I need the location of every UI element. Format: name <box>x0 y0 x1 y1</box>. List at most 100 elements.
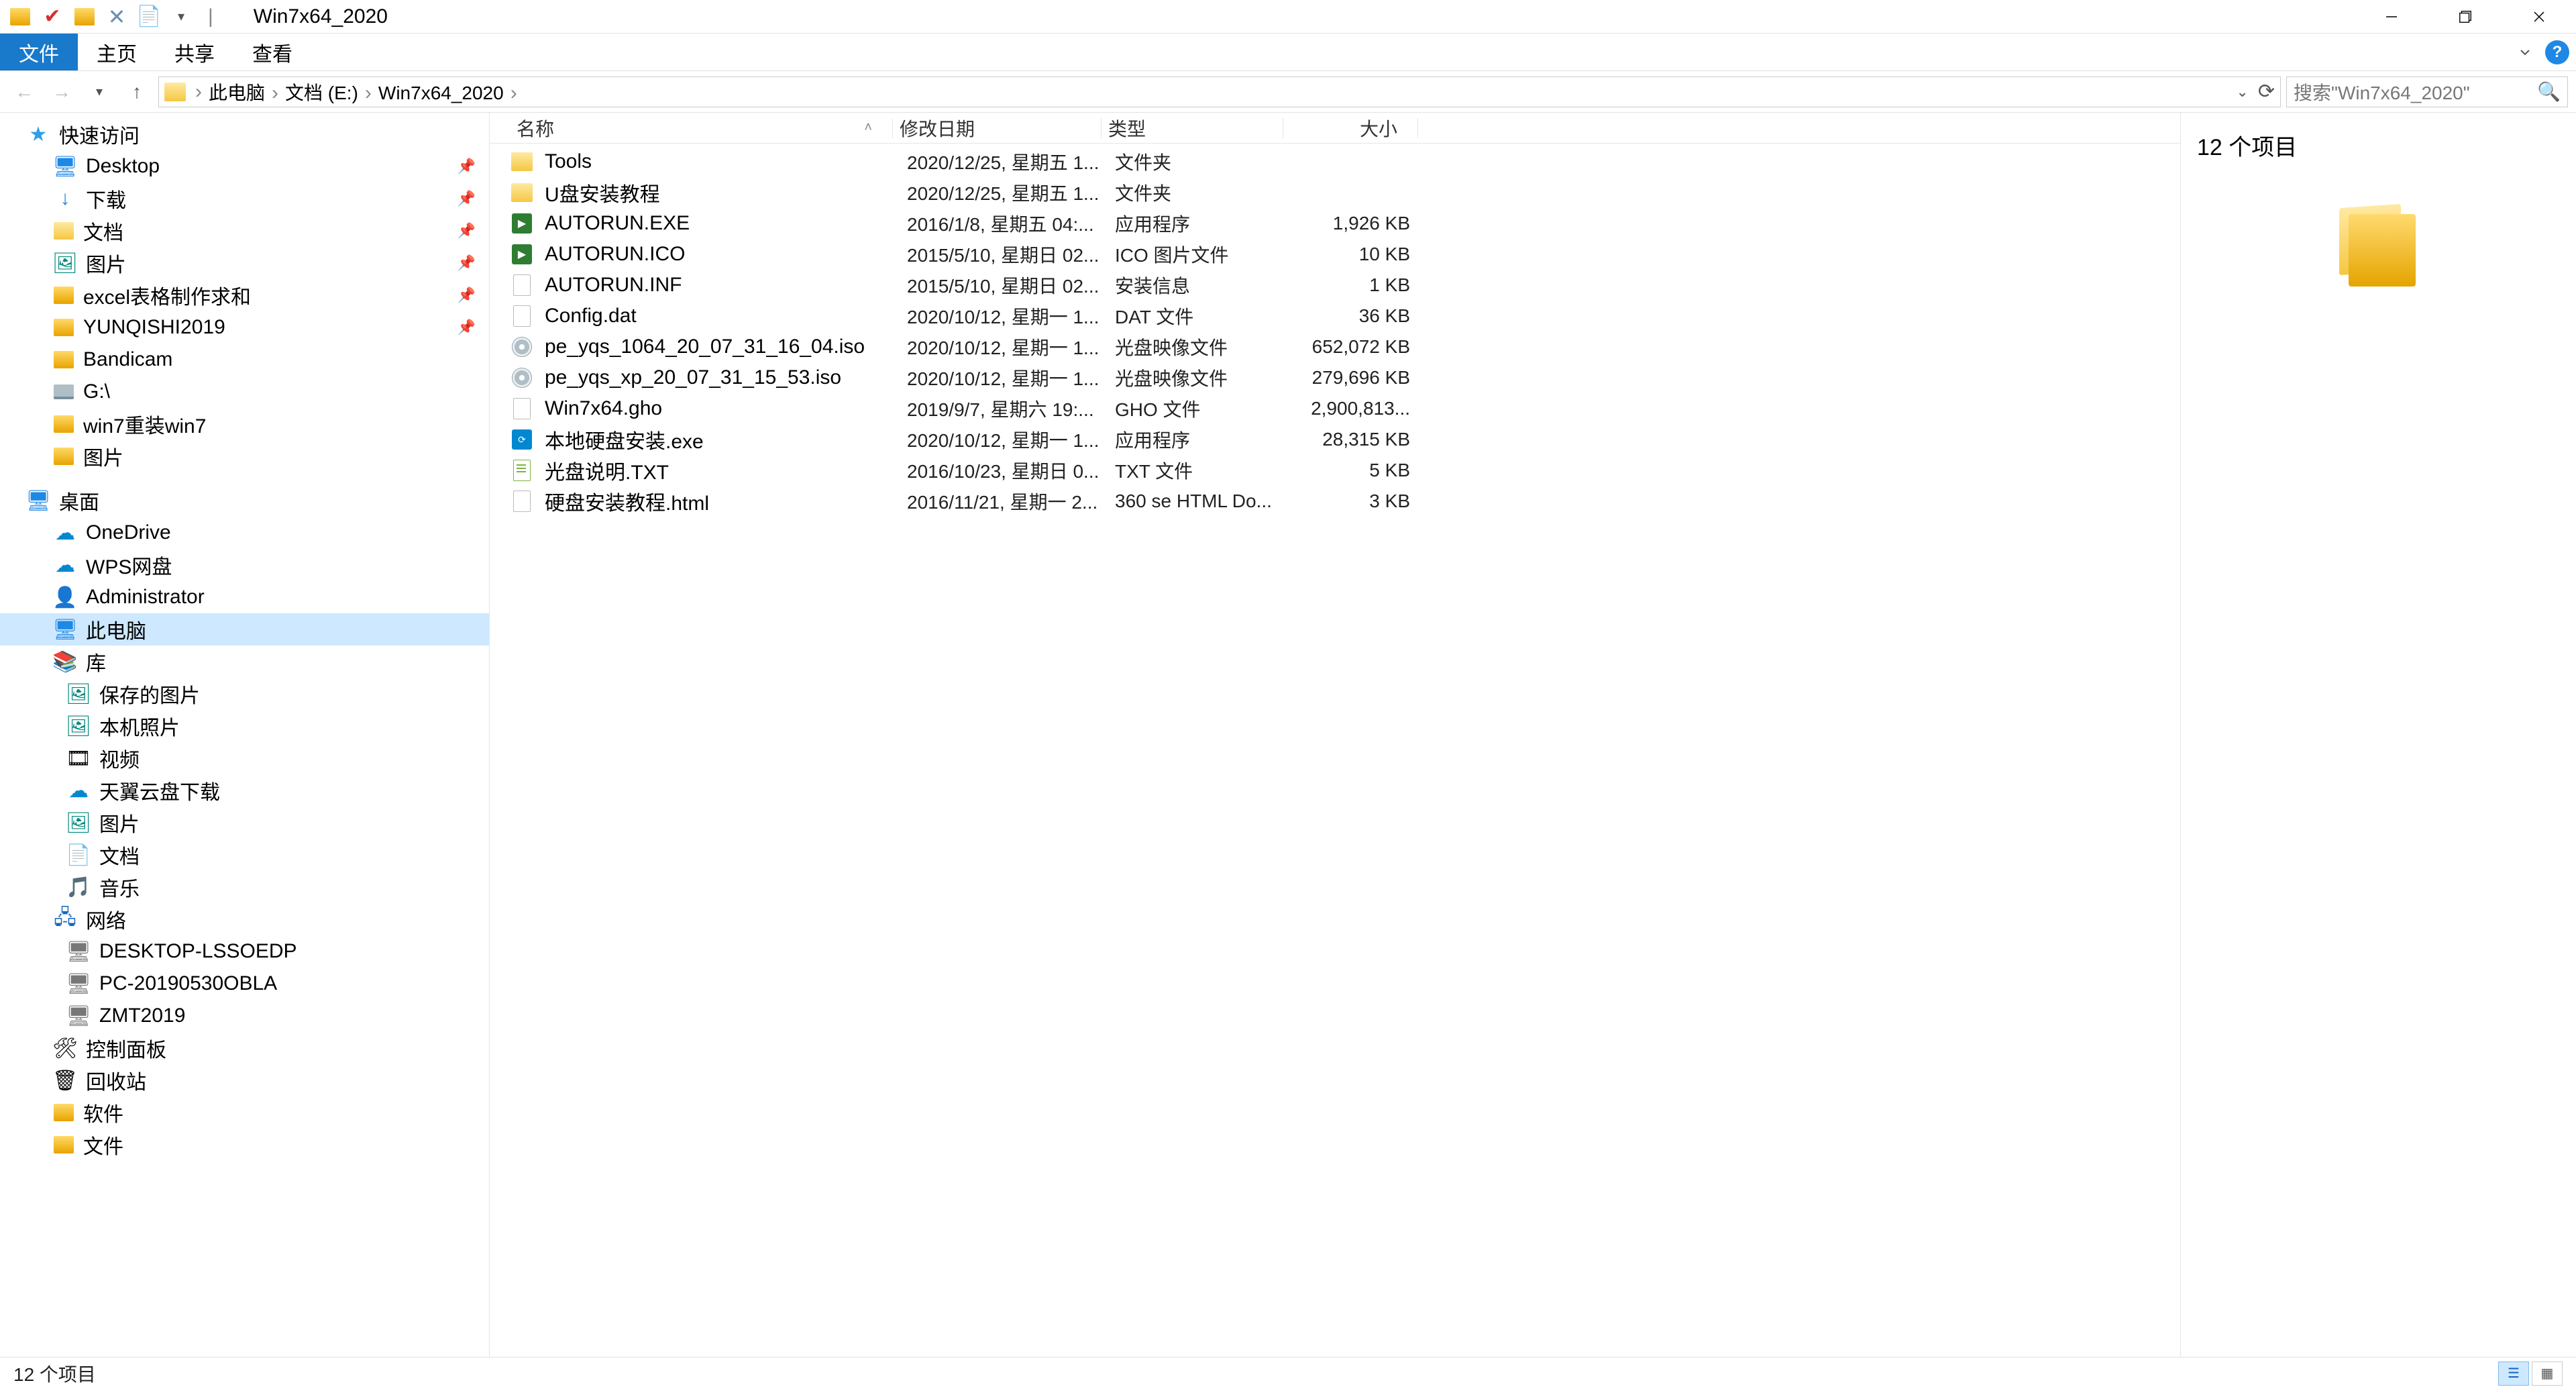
file-size: 28,315 KB <box>1296 429 1430 450</box>
tree-item[interactable]: ↓下载📌 <box>0 183 489 215</box>
tree-item[interactable]: ☁WPS网盘 <box>0 549 489 581</box>
close-button[interactable] <box>2502 0 2576 34</box>
file-row[interactable]: U盘安装教程2020/12/25, 星期五 1...文件夹 <box>490 177 2180 208</box>
nav-up-button[interactable]: ↑ <box>121 76 153 108</box>
qat-props-icon[interactable]: 📄 <box>136 3 162 30</box>
file-row[interactable]: ▶AUTORUN.ICO2015/5/10, 星期日 02...ICO 图片文件… <box>490 239 2180 270</box>
tree-item[interactable]: G:\ <box>0 376 489 408</box>
refresh-button[interactable]: ⟳ <box>2258 80 2275 103</box>
tree-item[interactable]: 🖥Desktop📌 <box>0 150 489 183</box>
nav-history-button[interactable]: ▾ <box>83 76 115 108</box>
qat-check-icon[interactable]: ✔ <box>39 3 66 30</box>
tree-item[interactable]: 🖥桌面 <box>0 484 489 517</box>
file-type: TXT 文件 <box>1115 457 1296 484</box>
tree-item[interactable]: 🎞视频 <box>0 742 489 774</box>
tree-item[interactable]: 🎵音乐 <box>0 871 489 903</box>
tab-file[interactable]: 文件 <box>0 34 78 70</box>
window-title: Win7x64_2020 <box>254 5 388 28</box>
tree-item[interactable]: 🗑回收站 <box>0 1064 489 1096</box>
tab-0[interactable]: 主页 <box>78 34 156 70</box>
tree-item-label: Desktop <box>86 155 160 178</box>
tree-item[interactable]: 软件 <box>0 1096 489 1129</box>
breadcrumb-item[interactable]: Win7x64_2020 <box>374 83 508 103</box>
tree-item[interactable]: YUNQISHI2019📌 <box>0 311 489 344</box>
tree-item[interactable]: 🖼本机照片 <box>0 710 489 742</box>
breadcrumb[interactable]: › 此电脑›文档 (E:)›Win7x64_2020› ⌄ ⟳ <box>158 76 2281 107</box>
view-details-button[interactable]: ☰ <box>2498 1361 2529 1386</box>
tree-item-icon: 🖥 <box>67 974 90 994</box>
tree-item[interactable]: 📚库 <box>0 646 489 678</box>
tree-item[interactable]: Bandicam <box>0 344 489 376</box>
column-size[interactable]: 大小 <box>1283 115 1417 142</box>
nav-forward-button[interactable]: → <box>46 76 78 108</box>
tree-item-icon <box>54 351 74 368</box>
tree-item[interactable]: 📄文档 <box>0 839 489 871</box>
help-button[interactable]: ? <box>2545 40 2569 64</box>
tree-item-icon <box>54 415 74 433</box>
nav-back-button[interactable]: ← <box>8 76 40 108</box>
tree-item[interactable]: 文件 <box>0 1129 489 1161</box>
file-row[interactable]: AUTORUN.INF2015/5/10, 星期日 02...安装信息1 KB <box>490 270 2180 301</box>
tree-item-label: 图片 <box>86 248 126 278</box>
tab-1[interactable]: 共享 <box>156 34 233 70</box>
chevron-right-icon[interactable]: › <box>269 82 281 104</box>
navigation-tree[interactable]: ★快速访问🖥Desktop📌↓下载📌文档📌🖼图片📌excel表格制作求和📌YUN… <box>0 113 490 1357</box>
file-row[interactable]: 光盘说明.TXT2016/10/23, 星期日 0...TXT 文件5 KB <box>490 455 2180 486</box>
qat-close-icon[interactable]: ✕ <box>103 3 130 30</box>
chevron-right-icon[interactable]: › <box>362 82 374 104</box>
tree-item[interactable]: 🖼图片📌 <box>0 247 489 279</box>
tree-item[interactable]: excel表格制作求和📌 <box>0 279 489 311</box>
tree-item[interactable]: 🖧网络 <box>0 903 489 935</box>
tree-item[interactable]: 🖥DESKTOP-LSSOEDP <box>0 935 489 968</box>
file-row[interactable]: pe_yqs_1064_20_07_31_16_04.iso2020/10/12… <box>490 331 2180 362</box>
tree-item[interactable]: 🖥此电脑 <box>0 613 489 646</box>
tab-2[interactable]: 查看 <box>233 34 311 70</box>
file-row[interactable]: 硬盘安装教程.html2016/11/21, 星期一 2...360 se HT… <box>490 486 2180 517</box>
column-type[interactable]: 类型 <box>1102 115 1283 142</box>
tree-item[interactable]: ☁天翼云盘下载 <box>0 774 489 807</box>
view-icons-button[interactable]: ▦ <box>2532 1361 2563 1386</box>
tree-item[interactable]: ☁OneDrive <box>0 517 489 549</box>
maximize-button[interactable] <box>2428 0 2502 34</box>
chevron-right-icon[interactable]: › <box>508 82 520 104</box>
tree-item[interactable]: ★快速访问 <box>0 118 489 150</box>
search-icon[interactable]: 🔍 <box>2537 81 2561 103</box>
column-headers: 名称 ˄ 修改日期 类型 大小 <box>490 113 2180 144</box>
chevron-right-icon[interactable]: › <box>193 81 205 103</box>
breadcrumb-dropdown-icon[interactable]: ⌄ <box>2236 83 2248 101</box>
tree-item-icon: 🖥 <box>54 619 76 639</box>
file-name: Tools <box>545 150 907 173</box>
tree-item[interactable]: 🖼图片 <box>0 807 489 839</box>
qat-folder-icon[interactable] <box>71 3 98 30</box>
column-date[interactable]: 修改日期 <box>893 115 1101 142</box>
file-row[interactable]: Tools2020/12/25, 星期五 1...文件夹 <box>490 146 2180 177</box>
file-date: 2020/10/12, 星期一 1... <box>907 364 1115 391</box>
folder-icon <box>510 181 534 205</box>
tree-item[interactable]: 🖥ZMT2019 <box>0 1000 489 1032</box>
breadcrumb-item[interactable]: 文档 (E:) <box>281 83 362 103</box>
tree-item-icon: ☁ <box>67 780 90 801</box>
tree-item[interactable]: 🖼保存的图片 <box>0 678 489 710</box>
tree-item[interactable]: 🛠控制面板 <box>0 1032 489 1064</box>
tree-item[interactable]: 🖥PC-20190530OBLA <box>0 968 489 1000</box>
search-input[interactable]: 搜索"Win7x64_2020" 🔍 <box>2286 76 2568 107</box>
ribbon-expand-button[interactable] <box>2512 39 2538 66</box>
tree-item[interactable]: win7重装win7 <box>0 408 489 440</box>
minimize-button[interactable] <box>2355 0 2428 34</box>
tree-item-label: 保存的图片 <box>99 679 200 709</box>
column-name[interactable]: 名称 ˄ <box>510 115 892 142</box>
breadcrumb-item[interactable]: 此电脑 <box>205 83 269 103</box>
file-row[interactable]: Config.dat2020/10/12, 星期一 1...DAT 文件36 K… <box>490 301 2180 331</box>
file-row[interactable]: pe_yqs_xp_20_07_31_15_53.iso2020/10/12, … <box>490 362 2180 393</box>
file-rows[interactable]: Tools2020/12/25, 星期五 1...文件夹U盘安装教程2020/1… <box>490 144 2180 1357</box>
qat-dropdown-icon[interactable]: ▾ <box>168 3 195 30</box>
tree-item-label: WPS网盘 <box>86 550 172 580</box>
tree-item[interactable]: 👤Administrator <box>0 581 489 613</box>
file-row[interactable]: ▶AUTORUN.EXE2016/1/8, 星期五 04:...应用程序1,92… <box>490 208 2180 239</box>
title-bar: ✔ ✕ 📄 ▾ | Win7x64_2020 <box>0 0 2576 34</box>
tree-item-icon: 🗑 <box>54 1070 76 1090</box>
file-row[interactable]: ⟳本地硬盘安装.exe2020/10/12, 星期一 1...应用程序28,31… <box>490 424 2180 455</box>
tree-item[interactable]: 文档📌 <box>0 215 489 247</box>
file-row[interactable]: Win7x64.gho2019/9/7, 星期六 19:...GHO 文件2,9… <box>490 393 2180 424</box>
tree-item[interactable]: 图片 <box>0 440 489 472</box>
